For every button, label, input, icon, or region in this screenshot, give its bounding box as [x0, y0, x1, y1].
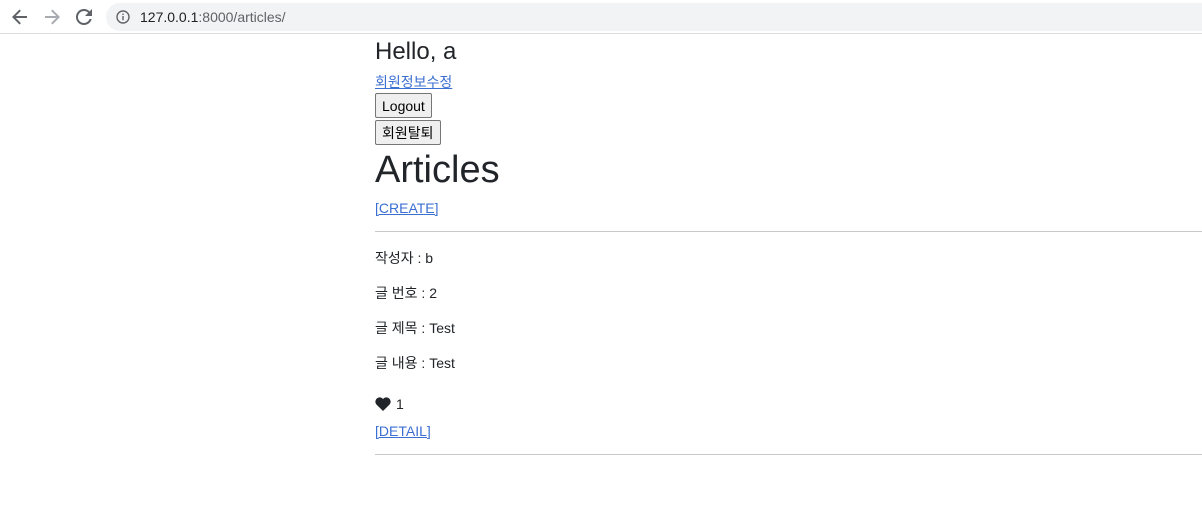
edit-profile-link[interactable]: 회원정보수정	[375, 71, 1202, 93]
article-item: 작성자 : b 글 번호 : 2 글 제목 : Test 글 내용 : Test…	[375, 248, 1202, 441]
reload-icon	[76, 9, 92, 25]
reload-button[interactable]	[72, 5, 96, 29]
info-icon[interactable]	[116, 10, 130, 24]
page-content: Hello, a 회원정보수정 Logout 회원탈퇴 Articles [CR…	[375, 36, 1202, 455]
url-path: :8000/articles/	[198, 9, 286, 25]
like-count: 1	[396, 396, 404, 412]
browser-toolbar: 127.0.0.1:8000/articles/	[0, 0, 1202, 34]
divider	[375, 454, 1202, 455]
url-host: 127.0.0.1	[140, 9, 199, 25]
article-title: 글 제목 : Test	[375, 320, 455, 336]
address-bar[interactable]: 127.0.0.1:8000/articles/	[106, 3, 1202, 31]
forward-button[interactable]	[40, 5, 64, 29]
greeting-heading: Hello, a	[375, 38, 457, 65]
logout-button[interactable]: Logout	[375, 93, 432, 118]
page-title: Articles	[375, 149, 500, 191]
arrow-left-icon	[12, 9, 27, 25]
divider	[375, 231, 1202, 232]
article-number: 글 번호 : 2	[375, 285, 437, 301]
like-row: 1	[375, 394, 1202, 414]
detail-link[interactable]: [DETAIL]	[375, 421, 1202, 441]
back-button[interactable]	[8, 5, 32, 29]
article-author: 작성자 : b	[375, 250, 434, 266]
create-article-link[interactable]: [CREATE]	[375, 198, 1202, 218]
arrow-right-icon	[45, 9, 60, 25]
url-text[interactable]: 127.0.0.1:8000/articles/	[140, 9, 286, 25]
article-content: 글 내용 : Test	[375, 355, 455, 371]
delete-account-button[interactable]: 회원탈퇴	[375, 120, 441, 145]
heart-icon[interactable]	[375, 397, 391, 411]
